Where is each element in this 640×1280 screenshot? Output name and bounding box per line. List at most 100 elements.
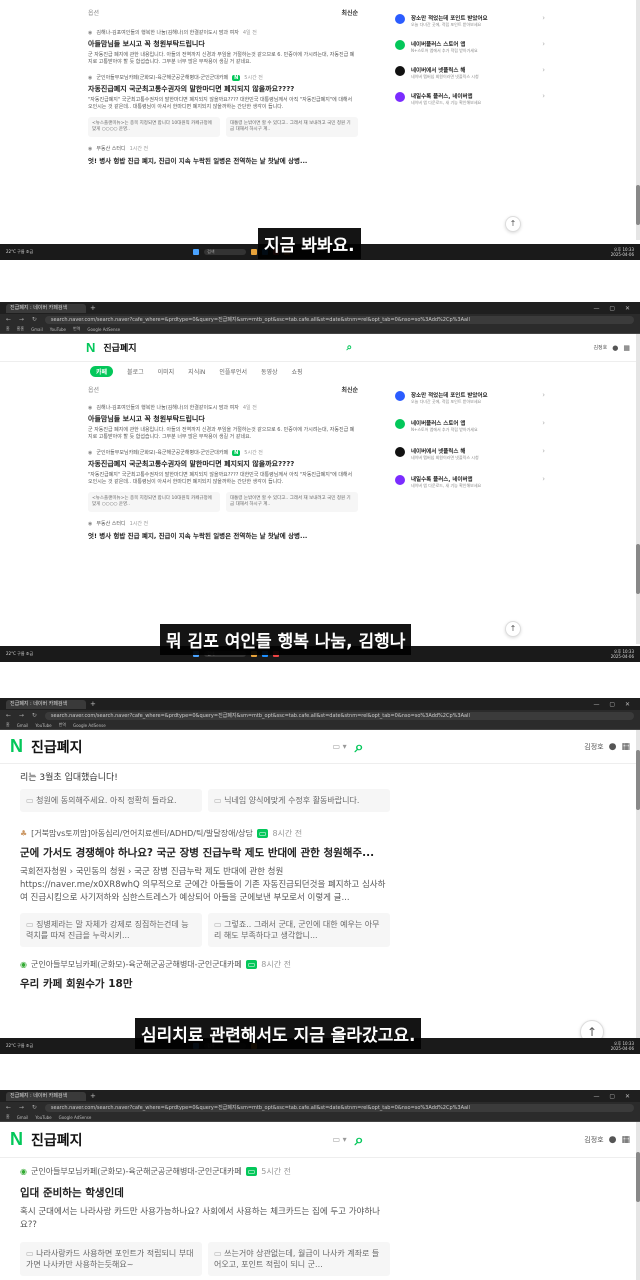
cafe-name[interactable]: ◉ 군인아들부모님카페(군화모)-육군해군공군해병대-군인군대카페 N 5시간 … xyxy=(88,449,358,456)
bookmark[interactable]: 번역 xyxy=(59,722,66,728)
cafe-name[interactable]: ♣ [거북맘vs토끼맘]아동심리/언어치료센터/ADHD/틱/발달장애/상담 ▭… xyxy=(20,828,390,839)
search-icon[interactable]: ⌕ xyxy=(347,342,353,353)
bell-icon[interactable]: ● xyxy=(609,1135,617,1145)
browser-tab[interactable]: 진급폐지 : 네이버 카페검색 xyxy=(6,699,86,709)
comment-preview[interactable]: <뉴스플랜미뉴>는 종목 지정되면 합니다 10대원칙 카페규정에 맞게 ○○○… xyxy=(88,492,220,512)
browser-tab[interactable]: 진급폐지 : 네이버 카페검색 xyxy=(6,1091,86,1101)
cafe-name[interactable]: ◉ 군인아들부모님카페(군화모)-육군해군공군해병대-군인군대카페 ▭ 8시간 … xyxy=(20,959,390,970)
promo-item[interactable]: 네이버플러스 스토어 앱 N+스토어 앱에서 추가 적립 받아가세요 › xyxy=(395,419,545,433)
new-tab-icon[interactable]: + xyxy=(90,304,96,312)
bookmark[interactable]: Google AdSense xyxy=(59,1115,92,1120)
clock[interactable]: 오후 10:33 2025-04-06 xyxy=(611,247,634,257)
clock[interactable]: 오후 10:33 2025-04-06 xyxy=(611,649,634,659)
tab-influencer[interactable]: 인플루언서 xyxy=(219,367,247,376)
sort-latest[interactable]: 최신순 xyxy=(341,8,358,17)
bookmark[interactable]: Google AdSense xyxy=(73,723,106,728)
result-title[interactable]: 군에 가서도 경쟁해야 하나요? 국군 장병 진급누락 제도 반대에 관한 청원… xyxy=(20,845,390,860)
search-query[interactable]: 진급폐지 xyxy=(31,1130,83,1150)
naver-logo-icon[interactable]: N xyxy=(10,736,23,757)
comment-preview[interactable]: ▭ 청원에 동의해주세요. 아직 정확히 들라요. xyxy=(20,789,202,812)
cafe-name[interactable]: ◉ 부동산 스터디 1시간 전 xyxy=(88,520,358,528)
nav-buttons-icon[interactable]: ← → ↻ xyxy=(6,712,40,719)
bell-icon[interactable]: ● xyxy=(612,344,618,352)
promo-item[interactable]: 내일수록 플러스, 네이버앱 네이버 앱 다운로드, 새 기능 확인해보세요 › xyxy=(395,92,545,106)
nav-buttons-icon[interactable]: ← → ↻ xyxy=(6,1104,40,1111)
bookmark[interactable]: Gmail xyxy=(31,327,43,332)
user-name[interactable]: 김정호 xyxy=(584,742,603,752)
search-icon[interactable]: ⌕ xyxy=(355,737,364,757)
scrollbar[interactable] xyxy=(636,334,640,644)
new-tab-icon[interactable]: + xyxy=(90,1092,96,1100)
user-name[interactable]: 김정호 xyxy=(593,344,607,351)
tab-video[interactable]: 동영상 xyxy=(261,367,278,376)
apps-icon[interactable]: ▦ xyxy=(621,742,630,752)
nav-buttons-icon[interactable]: ← → ↻ xyxy=(6,316,40,323)
scrollbar[interactable] xyxy=(636,730,640,1040)
promo-item[interactable]: 내일수록 플러스, 네이버앱 네이버 앱 다운로드, 새 기능 확인해보세요 › xyxy=(395,475,545,489)
promo-item[interactable]: 네이버플러스 스토어 앱 N+스토어 앱에서 추가 적립 받아가세요 › xyxy=(395,40,545,54)
comment-preview[interactable]: 대통령 눈밖이면 할 수 있다고.. 그래서 재 보내려고 국민 청원 기금 대… xyxy=(226,492,358,512)
keyboard-icon[interactable]: ▭ ▾ xyxy=(333,742,347,751)
bookmark[interactable]: Gmail xyxy=(17,1115,29,1120)
result-title[interactable]: 아들맘님들 보시고 꼭 청원부탁드립니다 xyxy=(88,39,358,49)
address-bar[interactable]: search.naver.com/search.naver?cafe_where… xyxy=(44,1103,634,1112)
promo-item[interactable]: 네이버에서 넷플릭스 해 네이버 멤버십 회원이라면 넷플릭스 시청 › xyxy=(395,66,545,80)
filter-option[interactable]: 옵션 xyxy=(88,385,99,394)
bookmark[interactable]: 번역 xyxy=(73,326,80,332)
cafe-name[interactable]: ◉ 김해나-김포여인들의 행복한 나눔(김해나)의 한결같이도시 맘과 여자 4… xyxy=(88,29,358,37)
comment-preview[interactable]: 대통령 눈밖이면 할 수 있다고.. 그래서 재 보내려고 국민 청원 기금 대… xyxy=(226,117,358,137)
search-icon[interactable]: ⌕ xyxy=(355,1130,364,1150)
search-query[interactable]: 진급폐지 xyxy=(31,737,83,757)
search-query[interactable]: 진급폐지 xyxy=(103,341,136,354)
promo-item[interactable]: 네이버에서 넷플릭스 해 네이버 멤버십 회원이라면 넷플릭스 시청 › xyxy=(395,447,545,461)
new-tab-icon[interactable]: + xyxy=(90,700,96,708)
window-controls[interactable]: — ▢ ✕ xyxy=(593,701,640,708)
bell-icon[interactable]: ● xyxy=(609,742,617,752)
cafe-name[interactable]: ◉ 김해나-김포여인들의 행복한 나눔(김해나)의 한결같이도시 맘과 여자 4… xyxy=(88,404,358,412)
bookmark[interactable]: 홈 xyxy=(6,722,10,728)
comment-preview[interactable]: ▭ 그렇죠.. 그래서 군대, 군인에 대한 예우는 아무리 해도 부족하다고 … xyxy=(208,913,390,947)
bookmark[interactable]: Gmail xyxy=(17,723,29,728)
window-controls[interactable]: — ▢ ✕ xyxy=(593,1093,640,1100)
weather-widget[interactable]: 22°C 구름 조금 xyxy=(6,249,33,255)
scroll-top-button[interactable]: ↑ xyxy=(505,621,521,637)
comment-preview[interactable]: ▭ 쓰는거야 상관없는데, 월급이 나사카 계좌로 들어오고, 포인트 적립이 … xyxy=(208,1242,390,1276)
bookmark[interactable]: YouTube xyxy=(35,723,51,728)
promo-item[interactable]: 장소만 적었는데 포인트 받았어요 오늘 다녀간 곳에, 적립 포인트 받아보세요… xyxy=(395,14,545,28)
result-title[interactable]: 자동진급폐지 국군최고통수권자의 말한마디면 폐지되지 않을까요???? xyxy=(88,459,358,469)
result-title[interactable]: 입대 준비하는 학생인데 xyxy=(20,1185,390,1200)
naver-logo-icon[interactable]: N xyxy=(10,1129,23,1150)
keyboard-icon[interactable]: ▭ ▾ xyxy=(333,1135,347,1144)
bookmark[interactable]: 홈 xyxy=(6,1114,10,1120)
sort-latest[interactable]: 최신순 xyxy=(341,385,358,394)
scroll-top-button[interactable]: ↑ xyxy=(505,216,521,232)
browser-tab[interactable]: 진급폐지 : 네이버 카페검색 xyxy=(6,303,86,313)
scrollbar[interactable] xyxy=(636,1122,640,1280)
result-title[interactable]: 엇! 병사 헝밥 진급 폐지, 진급이 지속 누락된 일병은 전역하는 날 찻날… xyxy=(88,530,358,540)
weather-widget[interactable]: 22°C 구름 조금 xyxy=(6,1043,33,1049)
bookmark[interactable]: 홈 xyxy=(6,326,10,332)
tab-kin[interactable]: 지식iN xyxy=(188,367,205,376)
naver-logo-icon[interactable]: N xyxy=(86,340,95,355)
tab-shopping[interactable]: 쇼핑 xyxy=(292,367,303,376)
folder-icon[interactable] xyxy=(251,249,258,255)
filter-option[interactable]: 옵션 xyxy=(88,8,99,17)
scrollbar[interactable] xyxy=(636,0,640,240)
windows-start-icon[interactable] xyxy=(193,249,200,255)
cafe-name[interactable]: ◉ 부동산 스터디 1시간 전 xyxy=(88,145,358,153)
address-bar[interactable]: search.naver.com/search.naver?cafe_where… xyxy=(44,315,634,324)
comment-preview[interactable]: ▭ 징병제라는 말 자체가 강제로 징집하는건데 능력치를 따져 진급을 누락시… xyxy=(20,913,202,947)
result-title[interactable]: 우리 카페 회원수가 18만 xyxy=(20,976,390,991)
result-title[interactable]: 자동진급폐지 국군최고통수권자의 말한마디면 폐지되지 않을까요???? xyxy=(88,84,358,94)
apps-icon[interactable]: ▦ xyxy=(621,1135,630,1145)
user-name[interactable]: 김정호 xyxy=(584,1135,603,1145)
bookmark[interactable]: YouTube xyxy=(50,327,66,332)
tab-image[interactable]: 이미지 xyxy=(158,367,175,376)
cafe-name[interactable]: ◉ 군인아들부모님카페(군화모)-육군해군공군해병대-군인군대카페 N 5시간 … xyxy=(88,74,358,81)
taskbar-search[interactable]: 검색 xyxy=(204,249,247,255)
cafe-name[interactable]: ◉ 군인아들부모님카페(군화모)-육군해군공군해병대-군인군대카페 ▭ 5시간 … xyxy=(20,1166,390,1177)
apps-icon[interactable]: ▦ xyxy=(623,344,630,352)
promo-item[interactable]: 장소만 적었는데 포인트 받았어요 오늘 다녀간 곳에, 적립 포인트 받아보세요… xyxy=(395,391,545,405)
comment-preview[interactable]: <뉴스플랜미뉴>는 종목 지정되면 합니다 10대원칙 카페규정에 맞게 ○○○… xyxy=(88,117,220,137)
comment-preview[interactable]: ▭ 나라사랑카드 사용하면 포인트가 적립되니 부대가면 나사카만 사용하는듯해… xyxy=(20,1242,202,1276)
